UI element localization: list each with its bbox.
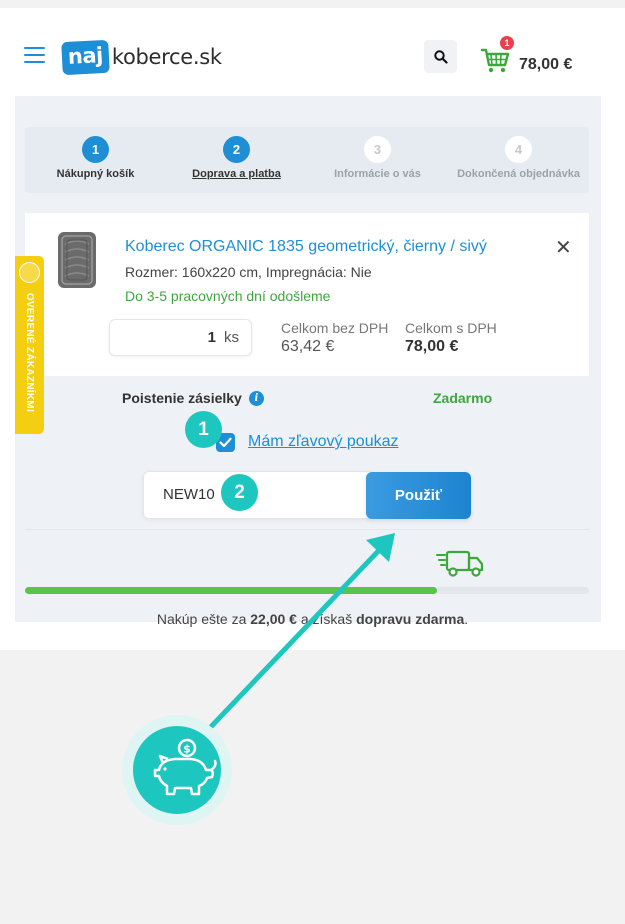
piggy-bank-badge: $	[133, 726, 221, 814]
product-title-link[interactable]: Koberec ORGANIC 1835 geometrický, čierny…	[125, 238, 487, 256]
free-shipping-progress-fill	[25, 587, 437, 594]
info-icon[interactable]: i	[248, 390, 264, 406]
divider	[25, 529, 589, 530]
price-ex-vat: Celkom bez DPH 63,42 €	[281, 320, 388, 356]
checkout-steps: 1 Nákupný košík 2 Doprava a platba 3 Inf…	[25, 127, 589, 193]
step-number: 1	[82, 136, 109, 163]
insurance-row: Poistenie zásielky i	[122, 390, 264, 406]
product-delivery: Do 3-5 pracovných dní odošleme	[125, 288, 331, 304]
step-number: 3	[364, 136, 391, 163]
hamburger-icon[interactable]	[24, 47, 45, 64]
price-inc-value: 78,00 €	[405, 338, 459, 355]
freeship-amount: 22,00 €	[250, 611, 297, 627]
annotation-marker-1: 1	[185, 411, 222, 448]
truck-icon	[436, 550, 484, 577]
discount-toggle-link[interactable]: Mám zľavový poukaz	[248, 433, 399, 451]
step-shipping-payment[interactable]: 2 Doprava a platba	[166, 136, 307, 180]
site-logo[interactable]: naj koberce.sk	[61, 37, 222, 77]
price-ex-label: Celkom bez DPH	[281, 320, 389, 336]
freeship-emphasis: dopravu zdarma	[356, 611, 465, 627]
site-header: naj koberce.sk 1 78,00 €	[0, 0, 625, 96]
quantity-input[interactable]: 1 ks	[109, 319, 252, 356]
price-inc-vat: Celkom s DPH 78,00 €	[405, 320, 497, 356]
close-icon[interactable]: ✕	[555, 238, 572, 258]
step-number: 4	[505, 136, 532, 163]
step-label: Dokončená objednávka	[457, 168, 580, 180]
step-label: Doprava a platba	[192, 168, 281, 180]
product-size: Rozmer: 160x220 cm, Impregnácia: Nie	[125, 264, 372, 280]
search-button[interactable]	[424, 40, 457, 73]
quantity-unit: ks	[224, 329, 239, 346]
freeship-suffix: .	[464, 611, 469, 627]
step-info: 3 Informácie o vás	[307, 136, 448, 180]
annotation-marker-2: 2	[221, 474, 258, 511]
verified-badge-label: OVERENÉ ZÁKAZNÍKMI	[24, 292, 36, 412]
logo-suffix: koberce.sk	[111, 45, 222, 69]
insurance-label: Poistenie zásielky	[122, 390, 242, 406]
step-label: Nákupný košík	[56, 168, 135, 180]
insurance-value: Zadarmo	[433, 390, 493, 406]
svg-text:$: $	[183, 743, 191, 756]
price-ex-value: 63,42 €	[281, 338, 335, 355]
step-cart[interactable]: 1 Nákupný košík	[25, 136, 166, 180]
step-label: Informácie o vás	[334, 168, 421, 180]
price-inc-label: Celkom s DPH	[405, 320, 497, 336]
product-thumbnail[interactable]	[55, 230, 99, 290]
free-shipping-message: Nakúp ešte za 22,00 € a získaš dopravu z…	[0, 611, 625, 627]
piggy-bank-icon: $	[153, 738, 217, 796]
logo-prefix: naj	[61, 39, 110, 75]
cart-total[interactable]: 78,00 €	[519, 56, 572, 74]
step-complete: 4 Dokončená objednávka	[448, 136, 589, 180]
verified-badge-text: OVERENÉ ZÁKAZNÍKMI	[15, 256, 44, 434]
step-number: 2	[223, 136, 250, 163]
freeship-prefix: Nakúp ešte za	[156, 611, 251, 627]
search-icon	[433, 49, 448, 64]
quantity-value: 1	[207, 329, 216, 346]
freeship-middle: a získaš	[296, 611, 357, 627]
cart-count-badge: 1	[500, 36, 514, 50]
check-icon	[219, 437, 232, 448]
apply-coupon-button[interactable]: Použiť	[366, 472, 471, 519]
